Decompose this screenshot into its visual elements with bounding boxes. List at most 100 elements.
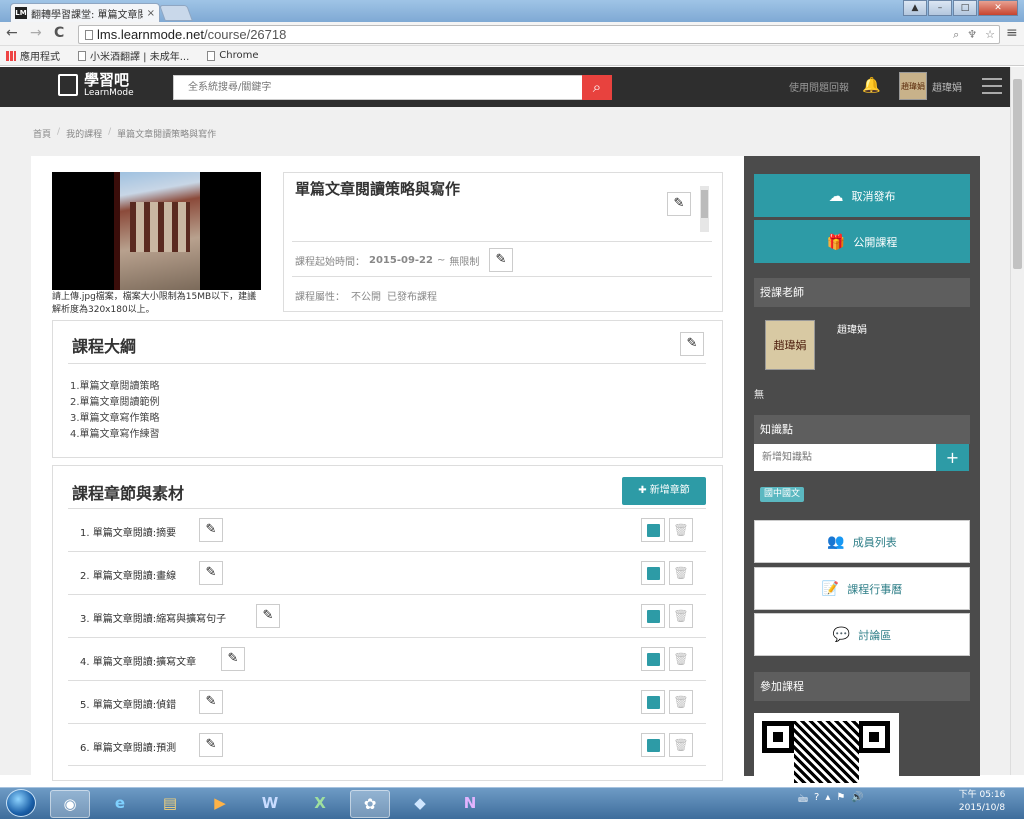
- tab-close-icon[interactable]: ×: [147, 8, 155, 19]
- add-knowledge-button[interactable]: +: [936, 444, 969, 471]
- chrome-taskbar-icon[interactable]: ◉: [50, 790, 90, 818]
- explorer-taskbar-icon[interactable]: ▤: [150, 790, 190, 818]
- edit-materials-icon[interactable]: [641, 518, 665, 542]
- calendar-button[interactable]: 📝 課程行事曆: [754, 567, 970, 610]
- chapter-row[interactable]: 6. 單篇文章閱讀:預測 ✎ 🗑: [68, 723, 706, 766]
- trash-icon[interactable]: 🗑: [669, 647, 693, 671]
- address-bar[interactable]: lms.learnmode.net/course/26718 ⌕ ♆ ☆: [78, 25, 1000, 44]
- search-icon[interactable]: ⌕: [582, 75, 612, 100]
- join-qr-code: [754, 713, 899, 783]
- chapter-label: 2. 單篇文章閱讀:畫線: [80, 571, 177, 582]
- unpublish-button[interactable]: ☁ 取消發布: [754, 174, 970, 217]
- chat-bubble-icon: 💬: [832, 626, 851, 643]
- media-player-taskbar-icon[interactable]: ▶: [200, 790, 240, 818]
- trash-icon[interactable]: 🗑: [669, 561, 693, 585]
- edit-chapter-pencil-icon[interactable]: ✎: [199, 690, 223, 714]
- trash-icon[interactable]: 🗑: [669, 733, 693, 757]
- zoom-icon[interactable]: ⌕: [953, 28, 959, 42]
- bookmark-item[interactable]: Chrome: [207, 50, 259, 61]
- minimize-button[interactable]: –: [928, 0, 952, 16]
- edit-chapter-pencil-icon[interactable]: ✎: [256, 604, 280, 628]
- edit-chapter-pencil-icon[interactable]: ✎: [199, 518, 223, 542]
- back-icon[interactable]: ←: [6, 25, 18, 41]
- new-tab-button[interactable]: [159, 5, 193, 21]
- edit-materials-icon[interactable]: [641, 690, 665, 714]
- edit-materials-icon[interactable]: [641, 604, 665, 628]
- user-avatar[interactable]: 趙瑋娟: [899, 72, 927, 100]
- course-cover-image[interactable]: [52, 172, 261, 290]
- close-window-button[interactable]: ✕: [978, 0, 1018, 16]
- chapters-title: 課程章節與素材: [72, 484, 185, 503]
- start-button[interactable]: [6, 789, 36, 817]
- excel-taskbar-icon[interactable]: X: [300, 790, 340, 818]
- chapter-row[interactable]: 3. 單篇文章閱讀:縮寫與擴寫句子 ✎ 🗑: [68, 594, 706, 637]
- members-button[interactable]: 👥 成員列表: [754, 520, 970, 563]
- window-extra-button[interactable]: ▲: [903, 0, 927, 16]
- help-icon[interactable]: ?: [814, 792, 819, 809]
- keyboard-icon[interactable]: 🖮: [798, 792, 808, 809]
- qr-marker: [858, 721, 890, 753]
- edit-materials-icon[interactable]: [641, 561, 665, 585]
- breadcrumb-my-courses[interactable]: 我的課程: [66, 127, 102, 140]
- forward-icon[interactable]: →: [30, 25, 42, 41]
- edit-chapter-pencil-icon[interactable]: ✎: [199, 733, 223, 757]
- chapter-row[interactable]: 1. 單篇文章閱讀:摘要 ✎ 🗑: [68, 508, 706, 551]
- extension-icon[interactable]: ♆: [967, 28, 977, 41]
- status-value: 已發布課程: [387, 292, 437, 303]
- bookmark-item[interactable]: 小米酒翻譯 | 未成年...: [78, 48, 189, 63]
- knowledge-tag[interactable]: 國中國文: [760, 487, 805, 502]
- bookmark-apps[interactable]: 應用程式: [6, 48, 60, 63]
- feedback-link[interactable]: 使用問題回報: [789, 79, 849, 94]
- logo-title: 學習吧: [84, 71, 130, 89]
- bell-icon[interactable]: 🔔: [862, 76, 881, 94]
- app-taskbar-icon[interactable]: ◆: [400, 790, 440, 818]
- edit-materials-icon[interactable]: [641, 647, 665, 671]
- edit-chapter-pencil-icon[interactable]: ✎: [199, 561, 223, 585]
- teacher-avatar[interactable]: 趙瑋娟: [765, 320, 815, 370]
- hamburger-menu-icon[interactable]: [982, 78, 1002, 94]
- chapter-row[interactable]: 5. 單篇文章閱讀:偵錯 ✎ 🗑: [68, 680, 706, 723]
- browser-menu-icon[interactable]: ≡: [1006, 25, 1018, 41]
- user-name[interactable]: 趙瑋娟: [932, 79, 962, 94]
- site-search-input[interactable]: [173, 75, 583, 100]
- edit-chapter-pencil-icon[interactable]: ✎: [221, 647, 245, 671]
- knowledge-point-input[interactable]: [754, 444, 936, 471]
- chapter-label: 5. 單篇文章閱讀:偵錯: [80, 700, 177, 711]
- chapter-row[interactable]: 2. 單篇文章閱讀:畫線 ✎ 🗑: [68, 551, 706, 594]
- onenote-taskbar-icon[interactable]: N: [450, 790, 490, 818]
- maximize-button[interactable]: □: [953, 0, 977, 16]
- public-course-button[interactable]: 🎁 公開課程: [754, 220, 970, 263]
- trash-icon[interactable]: 🗑: [669, 690, 693, 714]
- reload-icon[interactable]: C: [54, 25, 64, 41]
- cover-photo: [120, 172, 200, 290]
- page-scrollbar[interactable]: [1010, 67, 1024, 775]
- edit-outline-pencil-icon[interactable]: ✎: [680, 332, 704, 356]
- chapter-label: 6. 單篇文章閱讀:預測: [80, 743, 177, 754]
- discussion-button[interactable]: 💬 討論區: [754, 613, 970, 656]
- teacher-name[interactable]: 趙瑋娟: [837, 321, 867, 336]
- site-logo[interactable]: 學習吧 LearnMode: [58, 72, 134, 98]
- title-scrollbar[interactable]: [700, 186, 709, 232]
- chapter-label: 1. 單篇文章閱讀:摘要: [80, 528, 177, 539]
- word-taskbar-icon[interactable]: W: [250, 790, 290, 818]
- trash-icon[interactable]: 🗑: [669, 518, 693, 542]
- scrollbar-thumb[interactable]: [1013, 79, 1022, 269]
- breadcrumb-home[interactable]: 首頁: [33, 127, 51, 140]
- ie-taskbar-icon[interactable]: e: [100, 790, 140, 818]
- browser-tab[interactable]: LM 翻轉學習課堂: 單篇文章閱 ×: [10, 3, 160, 22]
- show-hidden-icon[interactable]: ▴: [825, 792, 830, 809]
- picasa-taskbar-icon[interactable]: ✿: [350, 790, 390, 818]
- volume-icon[interactable]: 🔊: [851, 792, 863, 809]
- edit-materials-icon[interactable]: [641, 733, 665, 757]
- edit-title-pencil-icon[interactable]: ✎: [667, 192, 691, 216]
- chapter-row[interactable]: 4. 單篇文章閱讀:擴寫文章 ✎ 🗑: [68, 637, 706, 680]
- divider: [68, 363, 706, 364]
- bookmark-star-icon[interactable]: ☆: [985, 28, 995, 41]
- flag-icon[interactable]: ⚑: [836, 792, 845, 809]
- members-label: 成員列表: [852, 535, 897, 549]
- trash-icon[interactable]: 🗑: [669, 604, 693, 628]
- taskbar-clock[interactable]: 下午 05:16 2015/10/8: [950, 789, 1014, 815]
- edit-time-pencil-icon[interactable]: ✎: [489, 248, 513, 272]
- tab-title: 翻轉學習課堂: 單篇文章閱: [31, 9, 143, 21]
- add-chapter-button[interactable]: ✚ 新增章節: [622, 477, 706, 505]
